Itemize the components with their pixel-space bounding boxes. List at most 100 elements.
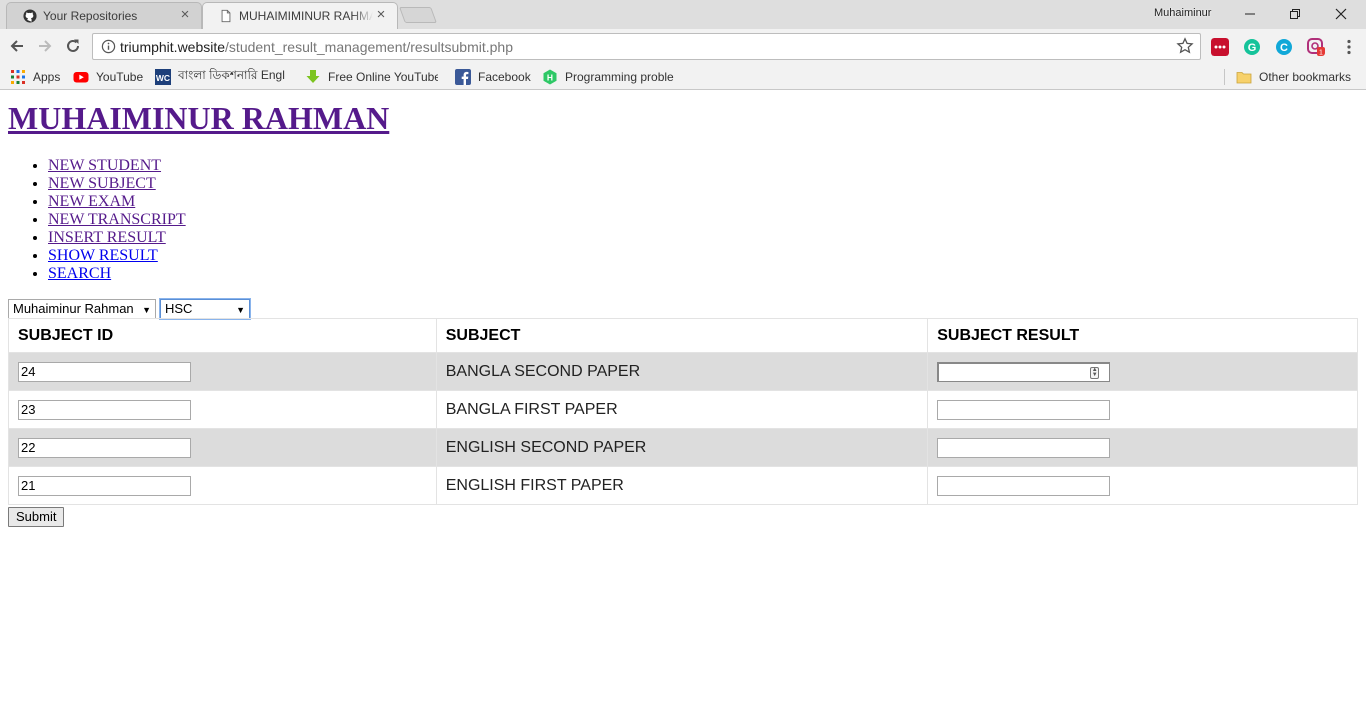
column-header-subject: SUBJECT — [435, 318, 929, 353]
grammarly-extension-icon[interactable]: G — [1243, 38, 1261, 56]
nav-link-new-student[interactable]: NEW STUDENT — [48, 157, 161, 174]
hackerrank-icon: H — [543, 69, 557, 85]
bookmark-programming-problems[interactable]: H Programming proble — [542, 68, 677, 86]
subject-name-cell: ENGLISH FIRST PAPER — [435, 466, 929, 505]
nav-link-show-result[interactable]: SHOW RESULT — [48, 247, 158, 264]
nav-link-new-transcript[interactable]: NEW TRANSCRIPT — [48, 211, 186, 228]
bookmark-youtube[interactable]: YouTube — [73, 68, 143, 86]
minimize-button[interactable] — [1227, 0, 1273, 28]
column-header-subject-result: SUBJECT RESULT — [927, 318, 1358, 353]
bookmark-star-icon[interactable] — [1176, 37, 1194, 55]
grammarly-alt-extension-icon[interactable]: C — [1275, 38, 1293, 56]
bookmark-label: Free Online YouTube — [328, 70, 438, 84]
download-arrow-icon — [306, 70, 320, 83]
svg-text:G: G — [1248, 42, 1257, 54]
nav-item: SEARCH — [48, 265, 186, 283]
bookmarks-divider — [1224, 69, 1225, 85]
subject-result-input[interactable] — [937, 437, 1111, 458]
tab-muhaiminur-rahman[interactable]: MUHAIMIMINUR RAHMAN × — [202, 2, 398, 29]
nav-link-new-subject[interactable]: NEW SUBJECT — [48, 175, 156, 192]
bookmark-apps[interactable]: Apps — [10, 68, 60, 86]
forward-button[interactable] — [33, 34, 57, 58]
restore-icon — [1290, 9, 1300, 19]
bookmark-label: বাংলা ডিকশনারি Engl — [178, 68, 285, 82]
bookmark-facebook[interactable]: Facebook — [455, 68, 531, 86]
subject-id-cell — [8, 352, 437, 391]
browser-menu-icon[interactable] — [1340, 38, 1358, 56]
nav-link-search[interactable]: SEARCH — [48, 265, 111, 282]
nav-item: NEW TRANSCRIPT — [48, 211, 186, 229]
subject-name-cell: ENGLISH SECOND PAPER — [435, 428, 929, 467]
apps-grid-icon — [11, 70, 25, 84]
back-arrow-icon — [10, 40, 23, 52]
exam-select[interactable]: HSC ▼ — [160, 299, 250, 319]
student-select-value: Muhaiminur Rahman — [13, 301, 134, 316]
facebook-icon — [455, 69, 471, 85]
subject-id-input[interactable] — [18, 361, 191, 382]
table-row: BANGLA SECOND PAPER ▲▼ — [8, 352, 1358, 391]
table-row: BANGLA FIRST PAPER — [8, 390, 1358, 429]
minimize-icon — [1245, 13, 1255, 15]
close-tab-icon[interactable]: × — [178, 7, 192, 22]
new-tab-button[interactable] — [399, 7, 437, 23]
bookmark-bangla-dictionary[interactable]: WC বাংলা ডিকশনারি Engl — [155, 68, 286, 86]
bookmark-other-bookmarks[interactable]: Other bookmarks — [1236, 68, 1351, 86]
restore-button[interactable] — [1272, 0, 1318, 28]
url-text[interactable]: triumphit.website/student_result_managem… — [120, 39, 513, 55]
tab-your-repositories[interactable]: Your Repositories × — [6, 2, 202, 29]
folder-icon — [1236, 72, 1252, 84]
subject-id-cell — [8, 390, 437, 429]
browser-toolbar: triumphit.website/student_result_managem… — [0, 29, 1366, 64]
subject-id-input[interactable] — [18, 437, 191, 458]
subject-result-input[interactable] — [937, 475, 1111, 496]
reload-icon — [67, 39, 79, 52]
bookmark-label: Apps — [33, 70, 61, 84]
url-host: triumphit.website — [120, 39, 226, 55]
instagram-extension-icon[interactable]: 1 — [1307, 38, 1325, 56]
nav-menu: NEW STUDENT NEW SUBJECT NEW EXAM NEW TRA… — [48, 157, 186, 283]
svg-text:WC: WC — [156, 73, 170, 83]
nav-link-new-exam[interactable]: NEW EXAM — [48, 193, 135, 210]
number-spinner-icon[interactable]: ▲ ▼ — [1090, 366, 1100, 379]
lastpass-extension-icon[interactable] — [1211, 38, 1229, 56]
svg-text:1: 1 — [1319, 50, 1323, 57]
nav-item: NEW SUBJECT — [48, 175, 186, 193]
tab-title: MUHAIMIMINUR RAHMAN — [239, 9, 373, 23]
bookmark-free-online-youtube[interactable]: Free Online YouTube — [305, 68, 438, 86]
youtube-icon — [73, 72, 89, 83]
nav-item: NEW EXAM — [48, 193, 186, 211]
subject-result-cell — [927, 390, 1358, 429]
bookmark-label: Other bookmarks — [1259, 70, 1352, 84]
subject-id-cell — [8, 466, 437, 505]
back-button[interactable] — [5, 34, 29, 58]
close-window-button[interactable] — [1318, 0, 1364, 28]
url-path: /student_result_management/resultsubmit.… — [225, 39, 513, 55]
nav-item: NEW STUDENT — [48, 157, 186, 175]
address-bar[interactable]: triumphit.website/student_result_managem… — [92, 33, 1201, 60]
student-select[interactable]: Muhaiminur Rahman ▼ — [8, 299, 156, 319]
submit-button[interactable]: Submit — [8, 507, 65, 527]
subject-result-input[interactable]: ▲ ▼ — [937, 361, 1111, 382]
column-header-subject-id: SUBJECT ID — [8, 318, 437, 353]
subject-name-cell: BANGLA SECOND PAPER — [435, 352, 929, 391]
close-tab-icon[interactable]: × — [374, 7, 388, 22]
page-title-link[interactable]: MUHAIMINUR RAHMAN — [8, 100, 389, 136]
page-icon — [221, 9, 231, 23]
info-icon[interactable] — [101, 39, 116, 54]
bookmark-label: Programming proble — [565, 70, 674, 84]
subject-result-cell: ▲ ▼ — [927, 352, 1358, 391]
results-table: SUBJECT ID SUBJECT SUBJECT RESULT BANGLA… — [8, 318, 1358, 505]
svg-text:H: H — [547, 73, 553, 83]
svg-text:C: C — [1280, 42, 1288, 54]
nav-link-insert-result[interactable]: INSERT RESULT — [48, 229, 166, 246]
forward-arrow-icon — [39, 40, 52, 52]
exam-select-value: HSC — [165, 301, 193, 316]
table-header-row: SUBJECT ID SUBJECT SUBJECT RESULT — [8, 318, 1358, 353]
subject-id-input[interactable] — [18, 399, 191, 420]
profile-name[interactable]: Muhaiminur — [1154, 7, 1211, 19]
bookmark-label: YouTube — [96, 70, 144, 84]
subject-id-input[interactable] — [18, 475, 191, 496]
subject-result-input[interactable] — [937, 399, 1111, 420]
reload-button[interactable] — [61, 34, 85, 58]
subject-name-cell: BANGLA FIRST PAPER — [435, 390, 929, 429]
